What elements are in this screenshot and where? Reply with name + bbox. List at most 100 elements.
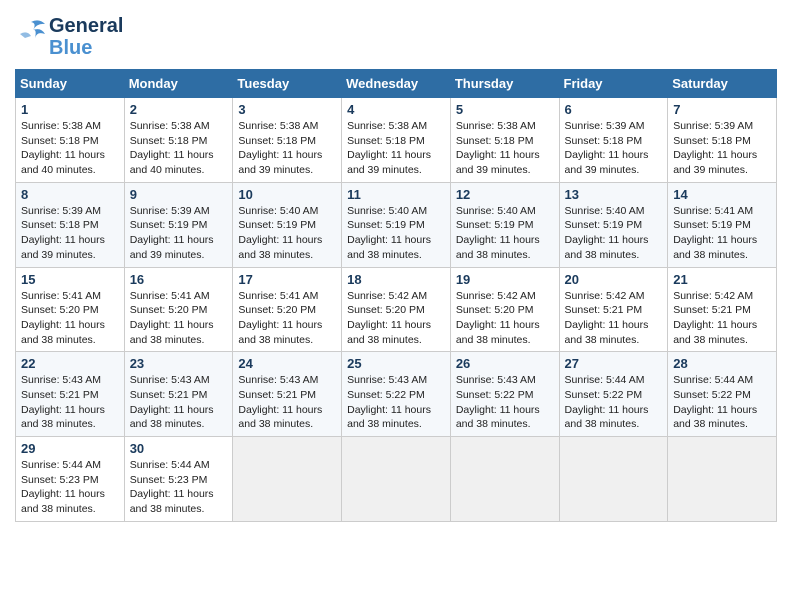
day-number: 20: [565, 272, 663, 287]
day-number: 27: [565, 356, 663, 371]
day-number: 15: [21, 272, 119, 287]
day-info: Sunrise: 5:43 AM Sunset: 5:21 PM Dayligh…: [130, 373, 228, 432]
day-number: 21: [673, 272, 771, 287]
day-number: 11: [347, 187, 445, 202]
calendar-cell: 20 Sunrise: 5:42 AM Sunset: 5:21 PM Dayl…: [559, 267, 668, 352]
calendar-week-2: 8 Sunrise: 5:39 AM Sunset: 5:18 PM Dayli…: [16, 182, 777, 267]
calendar-week-3: 15 Sunrise: 5:41 AM Sunset: 5:20 PM Dayl…: [16, 267, 777, 352]
day-number: 12: [456, 187, 554, 202]
day-info: Sunrise: 5:41 AM Sunset: 5:20 PM Dayligh…: [21, 289, 119, 348]
day-info: Sunrise: 5:38 AM Sunset: 5:18 PM Dayligh…: [130, 119, 228, 178]
day-number: 23: [130, 356, 228, 371]
page-header: General Blue: [15, 15, 777, 59]
day-info: Sunrise: 5:44 AM Sunset: 5:22 PM Dayligh…: [565, 373, 663, 432]
day-info: Sunrise: 5:41 AM Sunset: 5:19 PM Dayligh…: [673, 204, 771, 263]
day-number: 28: [673, 356, 771, 371]
day-info: Sunrise: 5:38 AM Sunset: 5:18 PM Dayligh…: [238, 119, 336, 178]
logo-container: General Blue: [15, 15, 123, 59]
calendar-cell: 23 Sunrise: 5:43 AM Sunset: 5:21 PM Dayl…: [124, 352, 233, 437]
day-info: Sunrise: 5:42 AM Sunset: 5:20 PM Dayligh…: [347, 289, 445, 348]
calendar-cell: 15 Sunrise: 5:41 AM Sunset: 5:20 PM Dayl…: [16, 267, 125, 352]
logo-blue-text: Blue: [49, 37, 123, 59]
day-number: 17: [238, 272, 336, 287]
calendar-cell: 29 Sunrise: 5:44 AM Sunset: 5:23 PM Dayl…: [16, 437, 125, 522]
calendar-cell: 8 Sunrise: 5:39 AM Sunset: 5:18 PM Dayli…: [16, 182, 125, 267]
day-number: 13: [565, 187, 663, 202]
day-number: 2: [130, 102, 228, 117]
calendar-cell: 21 Sunrise: 5:42 AM Sunset: 5:21 PM Dayl…: [668, 267, 777, 352]
calendar-cell: 2 Sunrise: 5:38 AM Sunset: 5:18 PM Dayli…: [124, 98, 233, 183]
day-number: 22: [21, 356, 119, 371]
calendar-cell: 26 Sunrise: 5:43 AM Sunset: 5:22 PM Dayl…: [450, 352, 559, 437]
calendar-table: SundayMondayTuesdayWednesdayThursdayFrid…: [15, 69, 777, 522]
calendar-cell: 4 Sunrise: 5:38 AM Sunset: 5:18 PM Dayli…: [342, 98, 451, 183]
calendar-cell: 3 Sunrise: 5:38 AM Sunset: 5:18 PM Dayli…: [233, 98, 342, 183]
day-info: Sunrise: 5:42 AM Sunset: 5:21 PM Dayligh…: [673, 289, 771, 348]
day-info: Sunrise: 5:43 AM Sunset: 5:21 PM Dayligh…: [21, 373, 119, 432]
day-info: Sunrise: 5:38 AM Sunset: 5:18 PM Dayligh…: [21, 119, 119, 178]
day-number: 24: [238, 356, 336, 371]
day-number: 29: [21, 441, 119, 456]
calendar-cell: 5 Sunrise: 5:38 AM Sunset: 5:18 PM Dayli…: [450, 98, 559, 183]
calendar-week-5: 29 Sunrise: 5:44 AM Sunset: 5:23 PM Dayl…: [16, 437, 777, 522]
day-number: 9: [130, 187, 228, 202]
weekday-header-friday: Friday: [559, 70, 668, 98]
calendar-week-4: 22 Sunrise: 5:43 AM Sunset: 5:21 PM Dayl…: [16, 352, 777, 437]
logo: General Blue: [15, 15, 123, 59]
calendar-week-1: 1 Sunrise: 5:38 AM Sunset: 5:18 PM Dayli…: [16, 98, 777, 183]
day-number: 16: [130, 272, 228, 287]
day-number: 7: [673, 102, 771, 117]
calendar-cell: 25 Sunrise: 5:43 AM Sunset: 5:22 PM Dayl…: [342, 352, 451, 437]
day-info: Sunrise: 5:38 AM Sunset: 5:18 PM Dayligh…: [456, 119, 554, 178]
day-number: 14: [673, 187, 771, 202]
calendar-cell: 16 Sunrise: 5:41 AM Sunset: 5:20 PM Dayl…: [124, 267, 233, 352]
weekday-header-sunday: Sunday: [16, 70, 125, 98]
calendar-cell: 22 Sunrise: 5:43 AM Sunset: 5:21 PM Dayl…: [16, 352, 125, 437]
day-number: 10: [238, 187, 336, 202]
calendar-cell: 27 Sunrise: 5:44 AM Sunset: 5:22 PM Dayl…: [559, 352, 668, 437]
calendar-cell: [668, 437, 777, 522]
calendar-cell: 1 Sunrise: 5:38 AM Sunset: 5:18 PM Dayli…: [16, 98, 125, 183]
day-number: 5: [456, 102, 554, 117]
day-number: 6: [565, 102, 663, 117]
day-info: Sunrise: 5:39 AM Sunset: 5:18 PM Dayligh…: [21, 204, 119, 263]
day-info: Sunrise: 5:44 AM Sunset: 5:23 PM Dayligh…: [21, 458, 119, 517]
day-info: Sunrise: 5:40 AM Sunset: 5:19 PM Dayligh…: [456, 204, 554, 263]
calendar-cell: 12 Sunrise: 5:40 AM Sunset: 5:19 PM Dayl…: [450, 182, 559, 267]
calendar-cell: 14 Sunrise: 5:41 AM Sunset: 5:19 PM Dayl…: [668, 182, 777, 267]
weekday-header-thursday: Thursday: [450, 70, 559, 98]
day-info: Sunrise: 5:44 AM Sunset: 5:22 PM Dayligh…: [673, 373, 771, 432]
calendar-cell: [342, 437, 451, 522]
day-number: 8: [21, 187, 119, 202]
calendar-cell: 24 Sunrise: 5:43 AM Sunset: 5:21 PM Dayl…: [233, 352, 342, 437]
day-number: 3: [238, 102, 336, 117]
weekday-header-tuesday: Tuesday: [233, 70, 342, 98]
weekday-header-wednesday: Wednesday: [342, 70, 451, 98]
day-info: Sunrise: 5:44 AM Sunset: 5:23 PM Dayligh…: [130, 458, 228, 517]
weekday-header-saturday: Saturday: [668, 70, 777, 98]
day-info: Sunrise: 5:43 AM Sunset: 5:22 PM Dayligh…: [347, 373, 445, 432]
day-info: Sunrise: 5:42 AM Sunset: 5:20 PM Dayligh…: [456, 289, 554, 348]
day-info: Sunrise: 5:42 AM Sunset: 5:21 PM Dayligh…: [565, 289, 663, 348]
calendar-header: SundayMondayTuesdayWednesdayThursdayFrid…: [16, 70, 777, 98]
calendar-cell: 13 Sunrise: 5:40 AM Sunset: 5:19 PM Dayl…: [559, 182, 668, 267]
calendar-cell: 10 Sunrise: 5:40 AM Sunset: 5:19 PM Dayl…: [233, 182, 342, 267]
calendar-cell: [559, 437, 668, 522]
day-info: Sunrise: 5:43 AM Sunset: 5:21 PM Dayligh…: [238, 373, 336, 432]
calendar-cell: [450, 437, 559, 522]
day-info: Sunrise: 5:39 AM Sunset: 5:18 PM Dayligh…: [673, 119, 771, 178]
day-number: 18: [347, 272, 445, 287]
day-number: 30: [130, 441, 228, 456]
calendar-cell: 18 Sunrise: 5:42 AM Sunset: 5:20 PM Dayl…: [342, 267, 451, 352]
calendar-cell: 6 Sunrise: 5:39 AM Sunset: 5:18 PM Dayli…: [559, 98, 668, 183]
day-number: 19: [456, 272, 554, 287]
day-number: 25: [347, 356, 445, 371]
day-number: 26: [456, 356, 554, 371]
day-info: Sunrise: 5:43 AM Sunset: 5:22 PM Dayligh…: [456, 373, 554, 432]
day-info: Sunrise: 5:41 AM Sunset: 5:20 PM Dayligh…: [130, 289, 228, 348]
day-info: Sunrise: 5:40 AM Sunset: 5:19 PM Dayligh…: [565, 204, 663, 263]
logo-general-text: General: [49, 15, 123, 37]
day-info: Sunrise: 5:38 AM Sunset: 5:18 PM Dayligh…: [347, 119, 445, 178]
day-info: Sunrise: 5:41 AM Sunset: 5:20 PM Dayligh…: [238, 289, 336, 348]
calendar-cell: 11 Sunrise: 5:40 AM Sunset: 5:19 PM Dayl…: [342, 182, 451, 267]
